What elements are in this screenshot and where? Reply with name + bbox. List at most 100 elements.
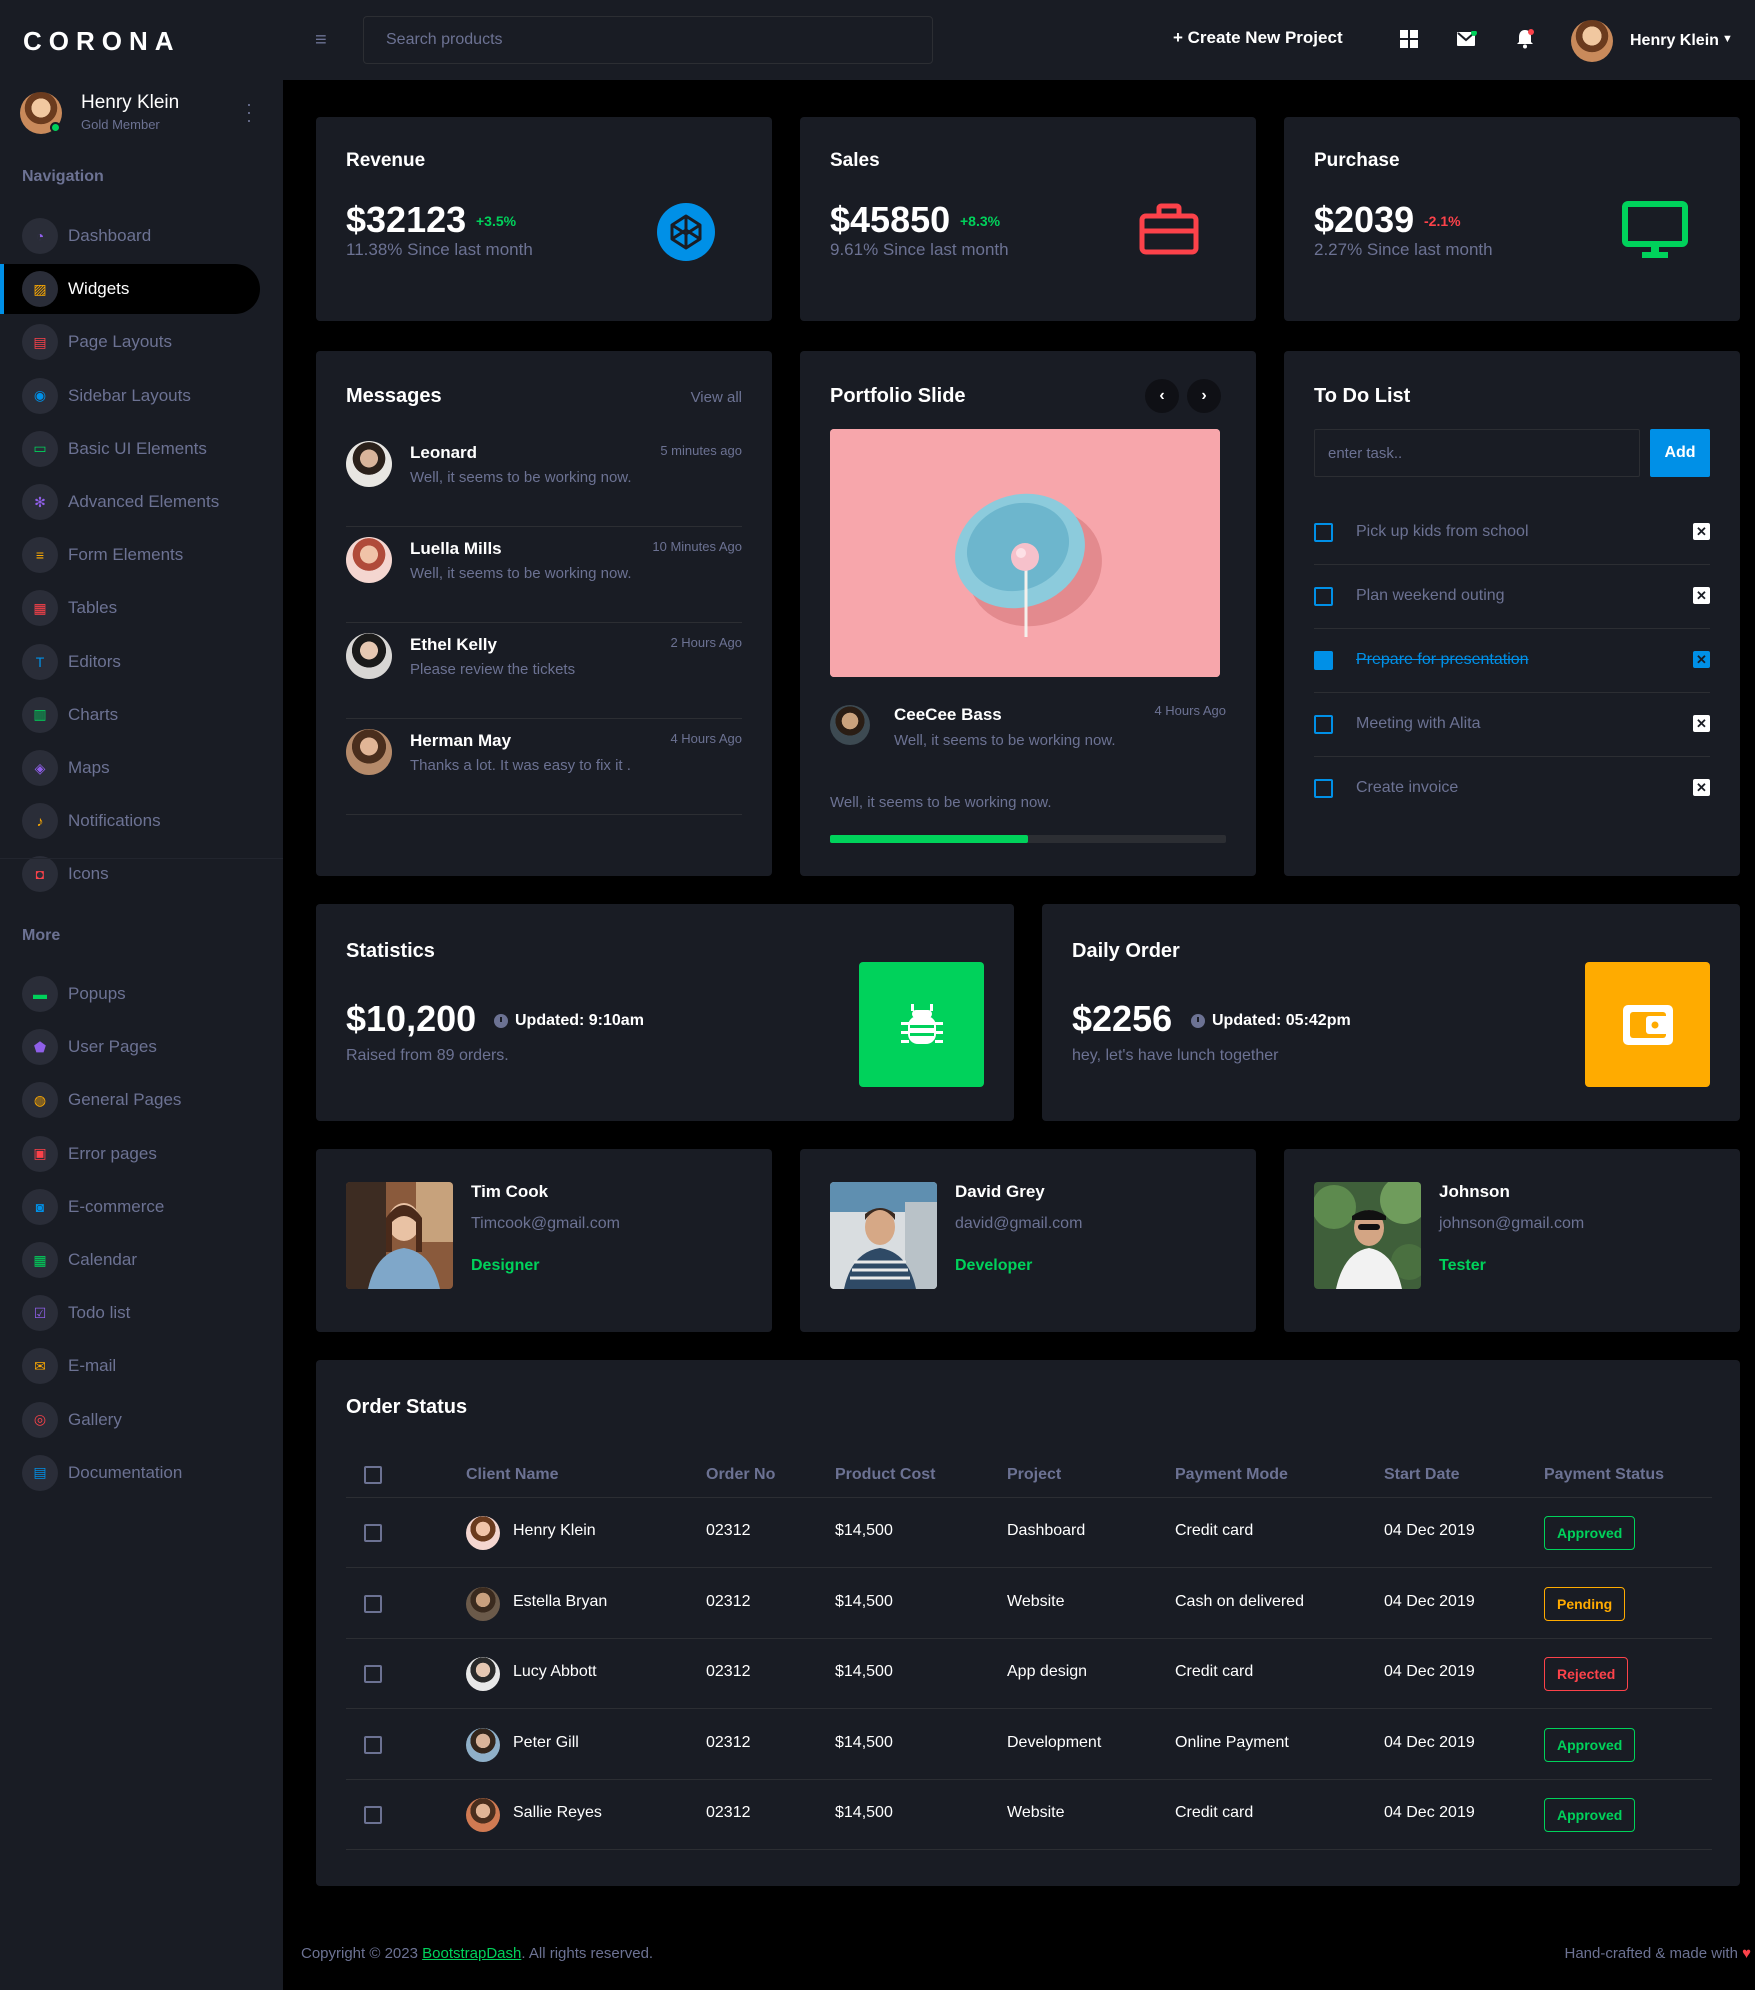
sidebar-item-advanced-elements[interactable]: ✻ Advanced Elements [0,477,260,527]
nav-heading: Navigation [22,168,104,185]
sidebar-item-label: Documentation [68,1462,183,1482]
sidebar-item-popups[interactable]: ▬ Popups [0,969,260,1019]
form-icon: ≡ [22,537,58,574]
sidebar-item-sidebar-layouts[interactable]: ◉ Sidebar Layouts [0,371,260,421]
popup-icon: ▬ [22,976,58,1012]
card-title: Purchase [1314,150,1400,171]
sidebar-item-error-pages[interactable]: ▣ Error pages [0,1129,260,1179]
todo-checkbox[interactable] [1314,587,1333,606]
close-icon[interactable]: ✕ [1693,779,1710,796]
row-checkbox[interactable] [364,1524,382,1542]
table-row[interactable]: Lucy Abbott 02312 $14,500 App design Credit … [346,1639,1712,1709]
row-checkbox[interactable] [364,1665,382,1683]
copyright-prefix: Copyright © 2023 [301,1945,423,1962]
person-card[interactable]: Johnson johnson@gmail.com Tester [1284,1149,1740,1332]
chevron-down-icon[interactable]: ▼ [1722,33,1733,45]
close-icon[interactable]: ✕ [1693,587,1710,604]
sidebar-profile[interactable]: Henry Klein Gold Member · · · [20,90,260,140]
avatar[interactable] [1571,20,1613,62]
column-header[interactable]: Product Cost [835,1466,935,1484]
sidebar-item-todo-list[interactable]: ☑ Todo list [0,1288,260,1338]
sidebar-item-editors[interactable]: T Editors [0,637,260,687]
message-item[interactable]: Herman May Thanks a lot. It was easy to f… [346,719,742,815]
sidebar-item-dashboard[interactable]: ◔ Dashboard [0,211,260,261]
row-checkbox[interactable] [364,1594,382,1613]
sidebar-item-maps[interactable]: ◈ Maps [0,743,260,793]
cell-date: 04 Dec 2019 [1384,1663,1475,1680]
sidebar-item-widgets[interactable]: ▨ Widgets [0,264,260,315]
todo-checkbox[interactable] [1314,651,1333,670]
sidebar-layouts-icon: ◉ [22,377,58,414]
more-options-icon[interactable]: · · · [245,95,253,129]
sidebar-item-e-commerce[interactable]: ◙ E-commerce [0,1182,260,1232]
person-card[interactable]: David Grey david@gmail.com Developer [800,1149,1256,1332]
person-card[interactable]: Tim Cook Timcook@gmail.com Designer [316,1149,772,1332]
column-header[interactable]: Order No [706,1466,775,1484]
sidebar-item-calendar[interactable]: ▦ Calendar [0,1235,260,1285]
user-menu-name[interactable]: Henry Klein [1630,32,1719,50]
message-item[interactable]: Luella Mills Well, it seems to be working… [346,527,742,623]
sidebar-item-e-mail[interactable]: ✉ E-mail [0,1341,260,1391]
todo-input[interactable] [1314,429,1640,477]
close-icon[interactable]: ✕ [1693,715,1710,732]
todo-checkbox[interactable] [1314,779,1333,798]
sidebar-item-form-elements[interactable]: ≡ Form Elements [0,530,260,580]
search-input[interactable] [363,16,933,64]
row-checkbox[interactable] [364,1806,382,1824]
bootstrapdash-link[interactable]: BootstrapDash [422,1945,521,1962]
sidebar-item-documentation[interactable]: ▤ Documentation [0,1448,260,1498]
sidebar-item-general-pages[interactable]: ◍ General Pages [0,1075,260,1125]
speedometer-icon: ◔ [22,218,58,254]
sidebar-item-tables[interactable]: ▦ Tables [0,583,260,633]
sidebar-item-notifications[interactable]: ♪ Notifications [0,796,260,846]
sidebar-item-basic-ui-elements[interactable]: ▭ Basic UI Elements [0,424,260,474]
chart-icon: ▥ [22,696,58,733]
column-header[interactable]: Payment Status [1544,1466,1664,1484]
cell-project: App design [1007,1663,1088,1680]
cell-order-no: 02312 [706,1592,751,1610]
close-icon[interactable]: ✕ [1693,523,1710,540]
grid-icon[interactable] [1398,28,1420,50]
sidebar-item-page-layouts[interactable]: ▤ Page Layouts [0,317,260,367]
todo-checkbox[interactable] [1314,523,1333,542]
chevron-left-icon[interactable]: ‹ [1145,379,1179,413]
select-all-checkbox[interactable] [364,1466,382,1484]
statistics-value: $10,200 [346,998,477,1039]
create-project-button[interactable]: + Create New Project [1173,28,1343,48]
copyright-suffix: . All rights reserved. [521,1945,654,1962]
sidebar-item-icons[interactable]: ◘ Icons [0,849,260,899]
avatar [346,537,392,583]
table-row[interactable]: Henry Klein 02312 $14,500 Dashboard Credit c… [346,1498,1712,1568]
statistics-card: Statistics $10,200 Updated: 9:10am Raise… [316,904,1014,1121]
row-checkbox[interactable] [364,1735,382,1754]
sidebar-item-user-pages[interactable]: ⬟ User Pages [0,1022,260,1072]
table-row[interactable]: Sallie Reyes 02312 $14,500 Website Credit ca… [346,1780,1712,1850]
bell-icon[interactable] [1514,28,1536,50]
message-item[interactable]: Leonard Well, it seems to be working now.… [346,431,742,527]
stat-delta: +3.5% [476,213,517,229]
menu-toggle-icon[interactable]: ≡ [315,30,327,50]
cell-mode: Cash on delivered [1175,1592,1304,1610]
close-icon[interactable]: ✕ [1693,651,1710,668]
message-item[interactable]: Ethel Kelly Please review the tickets 2 Ho… [346,623,742,719]
column-header[interactable]: Payment Mode [1175,1466,1288,1484]
laptop-icon: ▭ [22,430,58,467]
column-header[interactable]: Start Date [1384,1466,1460,1484]
table-row[interactable]: Estella Bryan 02312 $14,500 Website Cash on … [346,1569,1712,1639]
avatar [346,633,392,679]
todo-checkbox[interactable] [1314,715,1333,734]
view-all-link[interactable]: View all [691,389,742,406]
brand-logo[interactable]: CORONA [23,26,181,57]
column-header[interactable]: Client Name [466,1466,558,1484]
envelope-icon[interactable] [1456,28,1478,50]
sidebar-item-charts[interactable]: ▥ Charts [0,690,260,740]
table-row[interactable]: Peter Gill 02312 $14,500 Development Online … [346,1710,1712,1780]
chevron-right-icon[interactable]: › [1187,379,1221,413]
column-header[interactable]: Project [1007,1466,1061,1484]
todo-item: Meeting with Alita ✕ [1314,693,1710,757]
author-name: CeeCee Bass [894,705,1002,724]
sidebar-item-gallery[interactable]: ◎ Gallery [0,1395,260,1445]
image-icon: ◎ [22,1401,58,1438]
add-todo-button[interactable]: Add [1650,429,1710,477]
sidebar: CORONA Henry Klein Gold Member · · · Navig… [0,0,283,1990]
